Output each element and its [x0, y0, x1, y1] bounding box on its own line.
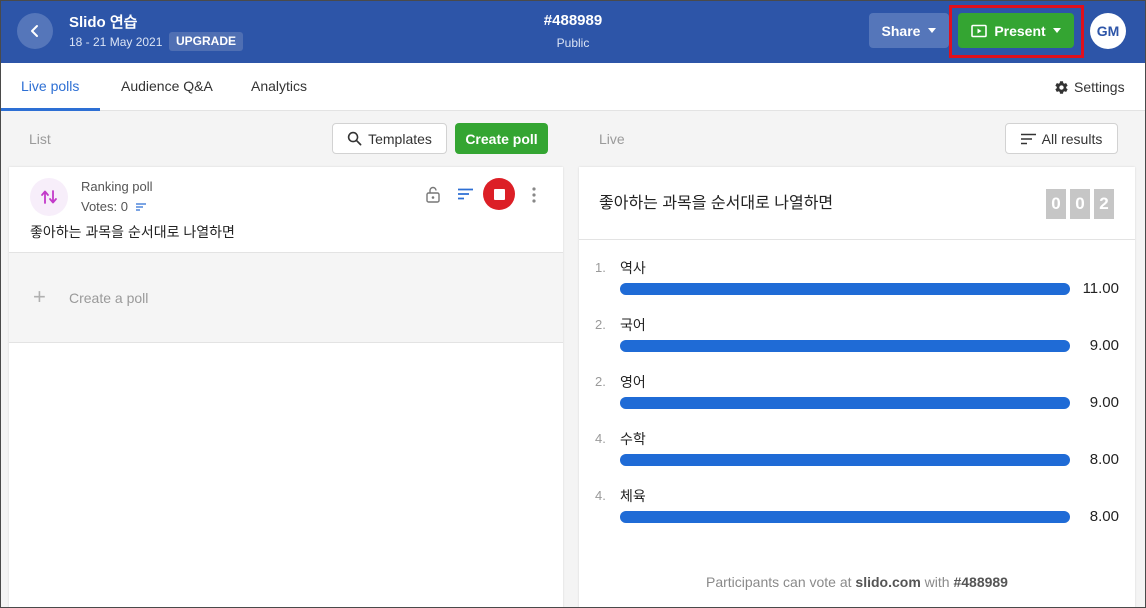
result-label: 역사: [620, 260, 646, 276]
tab-live-polls[interactable]: Live polls: [21, 63, 79, 111]
caret-down-icon: [1052, 28, 1061, 33]
result-rank: 1.: [595, 260, 606, 275]
present-screen-icon: [971, 24, 988, 37]
result-bar-track: [620, 454, 1070, 466]
result-rank: 2.: [595, 317, 606, 332]
share-label: Share: [881, 22, 921, 39]
all-results-label: All results: [1041, 130, 1103, 147]
result-label: 영어: [620, 374, 646, 390]
result-label: 체육: [620, 488, 646, 504]
poll-list-item[interactable]: Ranking poll Votes: 0 좋아하는 과목을 순서대로 나열하면: [9, 167, 563, 253]
poll-type-label: Ranking poll: [81, 179, 153, 194]
tab-analytics[interactable]: Analytics: [251, 63, 307, 111]
result-rank: 4.: [595, 488, 606, 503]
live-poll-title: 좋아하는 과목을 순서대로 나열하면: [599, 195, 834, 212]
result-label: 수학: [620, 431, 646, 447]
back-button[interactable]: [17, 13, 53, 49]
result-bar-track: [620, 340, 1070, 352]
result-bar-fill: [620, 511, 1070, 523]
sort-lines-icon: [1020, 133, 1036, 144]
event-privacy: Public: [556, 36, 590, 50]
more-options-button[interactable]: [526, 184, 542, 206]
result-value: 9.00: [1089, 394, 1119, 411]
footer-prefix: Participants can vote at: [706, 574, 856, 590]
settings-label: Settings: [1074, 79, 1125, 95]
result-value: 8.00: [1089, 451, 1119, 468]
all-results-button[interactable]: All results: [1005, 123, 1118, 154]
tab-audience-qa[interactable]: Audience Q&A: [121, 63, 213, 111]
event-dates: 18 - 21 May 2021: [69, 35, 163, 49]
result-value: 8.00: [1089, 508, 1119, 525]
footer-middle: with: [920, 574, 954, 590]
result-value: 11.00: [1082, 280, 1119, 297]
user-avatar[interactable]: GM: [1090, 13, 1126, 49]
result-value: 9.00: [1089, 337, 1119, 354]
present-button[interactable]: Present: [958, 13, 1074, 48]
top-header: Slido 연습 18 - 21 May 2021 UPGRADE #48898…: [0, 0, 1146, 63]
result-rank: 4.: [595, 431, 606, 446]
stop-icon: [493, 188, 505, 200]
event-code: #488989: [543, 12, 603, 29]
upgrade-badge[interactable]: UPGRADE: [169, 32, 244, 51]
lock-toggle-button[interactable]: [423, 184, 443, 204]
create-poll-row[interactable]: + Create a poll: [9, 253, 563, 343]
sort-lines-icon: [457, 188, 473, 200]
stop-poll-button[interactable]: [483, 178, 515, 210]
vote-counter-digit: 0: [1046, 189, 1066, 219]
present-label: Present: [994, 22, 1046, 39]
tab-bar: Live polls Audience Q&A Analytics Settin…: [0, 63, 1146, 111]
create-poll-button[interactable]: Create poll: [455, 123, 548, 154]
results-toggle-button[interactable]: [454, 184, 476, 204]
voting-instructions: Participants can vote at slido.com with …: [579, 574, 1135, 590]
live-poll-header: 좋아하는 과목을 순서대로 나열하면 0 0 2: [579, 167, 1135, 240]
list-column-label: List: [29, 131, 51, 147]
more-vertical-icon: [532, 187, 536, 203]
result-bar-fill: [620, 283, 1070, 295]
poll-question: 좋아하는 과목을 순서대로 나열하면: [30, 224, 235, 240]
gear-icon: [1055, 80, 1068, 94]
result-rank: 2.: [595, 374, 606, 389]
vote-counter-digit: 0: [1070, 189, 1090, 219]
ranking-poll-icon: [30, 178, 68, 216]
event-title: Slido 연습: [69, 14, 138, 31]
result-bar-track: [620, 283, 1070, 295]
sort-lines-icon: [135, 202, 146, 211]
live-results-panel: 좋아하는 과목을 순서대로 나열하면 0 0 2 1. 역사 11.00 2. …: [579, 167, 1135, 608]
votes-count: Votes: 0: [81, 199, 128, 214]
poll-votes: Votes: 0: [81, 199, 146, 214]
live-column-label: Live: [599, 131, 625, 147]
plus-icon: +: [33, 284, 46, 309]
result-bar-fill: [620, 397, 1070, 409]
share-button[interactable]: Share: [869, 13, 949, 48]
result-row: 2. 영어 9.00: [579, 374, 1135, 431]
poll-list-panel: Ranking poll Votes: 0 좋아하는 과목을 순서대로 나열하면: [9, 167, 563, 608]
chevron-left-icon: [31, 25, 38, 37]
result-row: 1. 역사 11.00: [579, 260, 1135, 317]
templates-label: Templates: [368, 130, 432, 147]
footer-code: #488989: [953, 574, 1008, 590]
unlock-icon: [426, 186, 440, 203]
footer-site: slido.com: [855, 574, 921, 590]
result-row: 2. 국어 9.00: [579, 317, 1135, 374]
vote-counter-digit: 2: [1094, 189, 1114, 219]
result-bar-fill: [620, 340, 1070, 352]
create-poll-row-label: Create a poll: [69, 290, 149, 306]
templates-button[interactable]: Templates: [332, 123, 447, 154]
active-tab-indicator: [0, 108, 100, 111]
result-row: 4. 체육 8.00: [579, 488, 1135, 545]
caret-down-icon: [928, 28, 937, 33]
settings-button[interactable]: Settings: [1054, 63, 1125, 111]
result-bar-track: [620, 397, 1070, 409]
result-bar-fill: [620, 454, 1070, 466]
result-row: 4. 수학 8.00: [579, 431, 1135, 488]
result-bar-track: [620, 511, 1070, 523]
result-label: 국어: [620, 317, 646, 333]
search-icon: [347, 131, 362, 146]
